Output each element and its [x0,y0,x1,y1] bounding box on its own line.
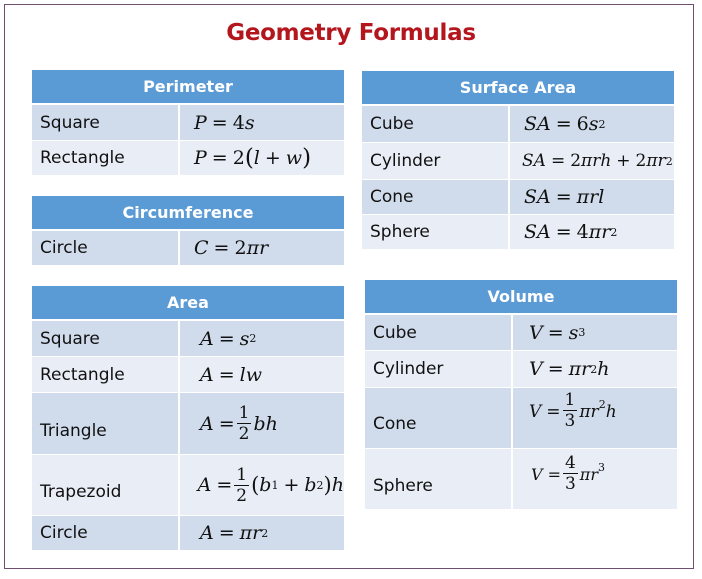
table-row: Cylinder SA = 2 π rh +2 π r 2 [362,143,674,179]
shape-label: Triangle [32,393,180,454]
fraction: 12 [234,464,250,506]
formula: SA = π rl [524,186,605,208]
shape-label: Sphere [362,215,510,249]
table-row: Cube V = s 3 [365,315,677,350]
table-row: Rectangle A = lw [32,357,344,392]
area-header: Area [32,286,344,319]
table-row: Square A = s 2 [32,321,344,356]
circumference-header: Circumference [32,196,344,229]
table-row: Sphere V = 43πr3 [365,449,677,509]
formula: A = π r 2 [200,522,269,544]
formula: SA = 2 π rh +2 π r 2 [522,151,673,171]
table-row: Circle A = π r 2 [32,516,344,550]
formula: SA = 6 s 2 [524,113,606,135]
volume-table: Volume Cube V = s 3 Cylinder V = π r 2 h Cone V =… [365,280,677,509]
table-row: Cylinder V = π r 2 h [365,351,677,387]
table-row: Cube SA = 6 s 2 [362,106,674,142]
circumference-table: Circumference Circle C = 2 π r [32,196,344,265]
fraction: 12 [236,403,252,444]
perimeter-table: Perimeter Square P = 4 s Rectangle P = 2(l + w) [32,70,344,175]
surface-area-table: Surface Area Cube SA = 6 s 2 Cylinder SA = 2 π r… [362,71,674,249]
shape-label: Square [32,105,180,140]
shape-label: Sphere [365,449,513,509]
perimeter-header: Perimeter [32,70,344,103]
volume-header: Volume [365,280,677,313]
shape-label: Cylinder [365,351,513,387]
table-row: Sphere SA = 4 π r 2 [362,215,674,249]
formula: P = 2(l + w) [194,145,312,171]
fraction: 13 [562,390,578,431]
shape-label: Rectangle [32,141,180,175]
shape-label: Cube [362,106,510,142]
table-row: Circle C = 2 π r [32,231,344,265]
surface-area-header: Surface Area [362,71,674,104]
shape-label: Rectangle [32,357,180,392]
table-row: Cone V = 13πr2h [365,388,677,448]
shape-label: Cone [362,180,510,214]
formula: SA = 4 π r 2 [524,221,618,243]
shape-label: Circle [32,231,180,265]
table-row: Trapezoid A = 1 2(b 1 + b 2) h [32,455,344,515]
shape-label: Cone [365,388,513,448]
formula: A = 1 2 bh [200,403,278,444]
table-row: Triangle A = 1 2 bh [32,393,344,454]
formula: A = s 2 [200,327,257,350]
table-row: Square P = 4 s [32,105,344,140]
shape-label: Circle [32,516,180,550]
shape-label: Square [32,321,180,356]
shape-label: Trapezoid [32,455,180,515]
shape-label: Cube [365,315,513,350]
shape-label: Cylinder [362,143,510,179]
table-row: Cone SA = π rl [362,180,674,214]
formula: A = lw [200,363,262,386]
table-row: Rectangle P = 2(l + w) [32,141,344,175]
formula: P = 4 s [194,111,255,134]
formula: V = 13πr2h [529,390,617,431]
fraction: 43 [562,453,578,494]
formula: V = π r 2 h [529,358,610,380]
page-title: Geometry Formulas [226,20,476,46]
formula: A = 1 2(b 1 + b 2) h [197,464,344,506]
formula: C = 2 π r [194,237,269,259]
area-table: Area Square A = s 2 Rectangle A = lw Triangle… [32,286,344,550]
formula: V = 43πr3 [531,453,605,494]
formula: V = s 3 [529,321,586,344]
